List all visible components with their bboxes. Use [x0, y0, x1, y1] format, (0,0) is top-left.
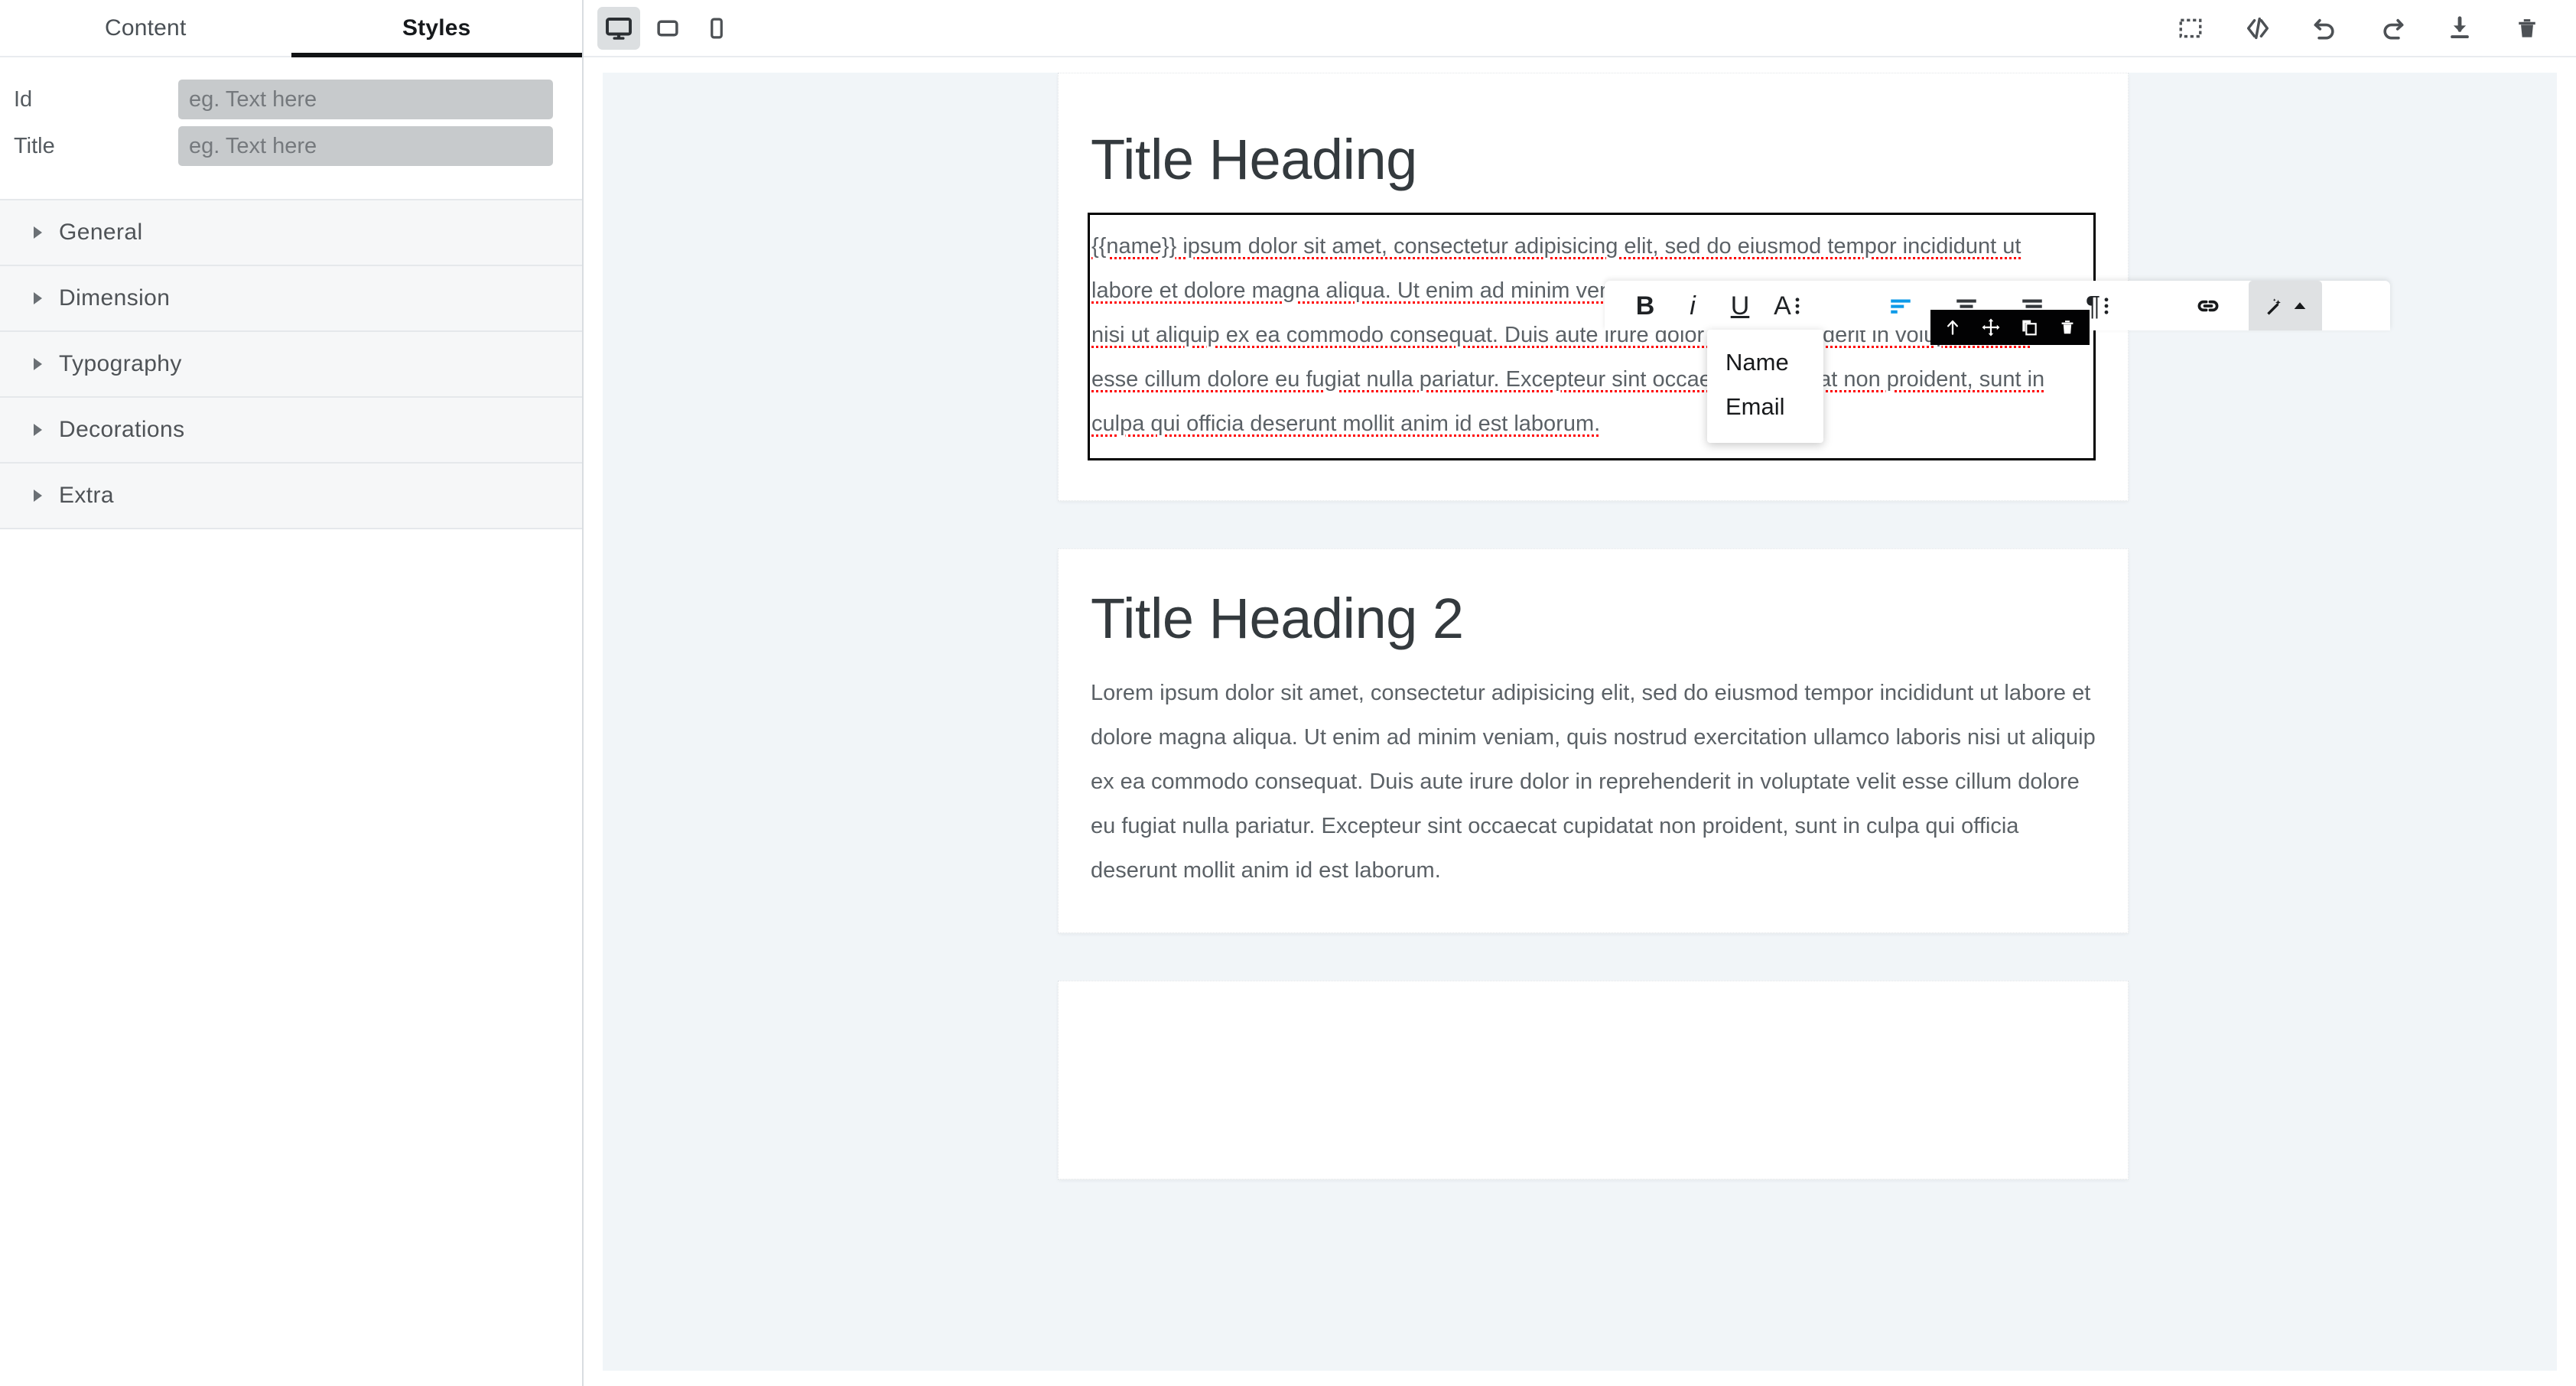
underline-button[interactable]: U	[1716, 281, 1764, 330]
card-1-body-text: {{name}} ipsum dolor sit amet, consectet…	[1091, 233, 2054, 436]
component-toolbar	[1930, 310, 2090, 345]
canvas-wrapper: Title Heading {{name}} ipsum dolor sit a…	[584, 57, 2576, 1386]
device-desktop-button[interactable]	[597, 6, 640, 50]
style-sections: General Dimension Typography Decorations…	[0, 199, 582, 529]
action-tools	[2174, 11, 2576, 45]
code-icon[interactable]	[2241, 11, 2275, 45]
id-input[interactable]	[178, 80, 553, 119]
device-switcher	[597, 6, 738, 50]
section-decorations-label: Decorations	[59, 417, 185, 442]
font-color-label: A	[1774, 291, 1791, 320]
device-mobile-button[interactable]	[695, 7, 738, 50]
borders-icon[interactable]	[2174, 11, 2207, 45]
section-dimension-label: Dimension	[59, 285, 171, 311]
device-tablet-button[interactable]	[646, 7, 689, 50]
underline-label: U	[1730, 291, 1750, 320]
delete-icon[interactable]	[2054, 314, 2080, 340]
tab-styles-label: Styles	[402, 15, 471, 41]
id-field-label: Id	[14, 86, 33, 112]
section-decorations[interactable]: Decorations	[0, 398, 582, 464]
chevron-right-icon	[34, 490, 42, 502]
tab-content-label: Content	[105, 15, 187, 41]
section-dimension[interactable]: Dimension	[0, 266, 582, 332]
card-block-2[interactable]: Title Heading 2 Lorem ipsum dolor sit am…	[1058, 548, 2129, 934]
settings-panel: Content Styles Id Title General	[0, 0, 584, 1386]
font-color-button[interactable]: A	[1764, 281, 1811, 330]
dropdown-item-email[interactable]: Email	[1707, 385, 1823, 429]
link-icon	[2197, 300, 2219, 311]
bold-button[interactable]: B	[1621, 281, 1669, 330]
card-1-heading[interactable]: Title Heading	[1091, 130, 2096, 190]
card-2-body[interactable]: Lorem ipsum dolor sit amet, consectetur …	[1091, 671, 2096, 893]
dropdown-item-name[interactable]: Name	[1707, 340, 1823, 385]
chevron-right-icon	[34, 424, 42, 436]
rte-insert-group	[2184, 281, 2322, 330]
panel-tabs: Content Styles	[0, 0, 582, 57]
align-left-icon	[1891, 299, 1911, 314]
tab-content[interactable]: Content	[0, 0, 291, 56]
merge-tag-dropdown: Name Email	[1707, 330, 1823, 443]
import-icon[interactable]	[2443, 11, 2477, 45]
move-icon[interactable]	[1978, 314, 2004, 340]
field-row-title: Title	[0, 126, 582, 166]
align-left-button[interactable]	[1877, 281, 1924, 330]
chevron-right-icon	[34, 292, 42, 304]
section-general[interactable]: General	[0, 200, 582, 266]
magic-wand-icon	[2267, 298, 2281, 315]
editor-area: Title Heading {{name}} ipsum dolor sit a…	[584, 0, 2576, 1386]
merge-tag-button[interactable]	[2249, 281, 2322, 330]
section-extra-label: Extra	[59, 483, 115, 508]
tab-styles[interactable]: Styles	[291, 0, 583, 57]
caret-up-icon	[2294, 301, 2306, 309]
duplicate-icon[interactable]	[2016, 314, 2042, 340]
kebab-icon	[1795, 297, 1800, 314]
attribute-fields: Id Title	[0, 57, 582, 199]
field-row-id: Id	[0, 80, 582, 119]
chevron-right-icon	[34, 226, 42, 239]
redo-icon[interactable]	[2376, 11, 2409, 45]
section-extra[interactable]: Extra	[0, 464, 582, 529]
rte-format-group: B i U A	[1621, 281, 1811, 330]
chevron-right-icon	[34, 358, 42, 370]
card-2-heading[interactable]: Title Heading 2	[1091, 588, 2096, 649]
italic-label: i	[1690, 291, 1696, 320]
section-typography[interactable]: Typography	[0, 332, 582, 398]
page-builder-app: Content Styles Id Title General	[0, 0, 2576, 1386]
card-block-3[interactable]	[1058, 981, 2129, 1180]
link-button[interactable]	[2184, 281, 2232, 330]
title-field-label: Title	[14, 133, 55, 158]
section-general-label: General	[59, 220, 143, 245]
bold-label: B	[1635, 291, 1655, 320]
select-parent-icon[interactable]	[1940, 314, 1966, 340]
section-typography-label: Typography	[59, 351, 182, 376]
trash-icon[interactable]	[2510, 11, 2544, 45]
page-column: Title Heading {{name}} ipsum dolor sit a…	[1058, 73, 2129, 1227]
canvas-frame[interactable]: Title Heading {{name}} ipsum dolor sit a…	[603, 73, 2557, 1371]
title-input[interactable]	[178, 126, 553, 166]
kebab-icon	[2104, 297, 2109, 314]
editor-toolbar	[584, 0, 2576, 57]
undo-icon[interactable]	[2308, 11, 2342, 45]
italic-button[interactable]: i	[1669, 281, 1716, 330]
